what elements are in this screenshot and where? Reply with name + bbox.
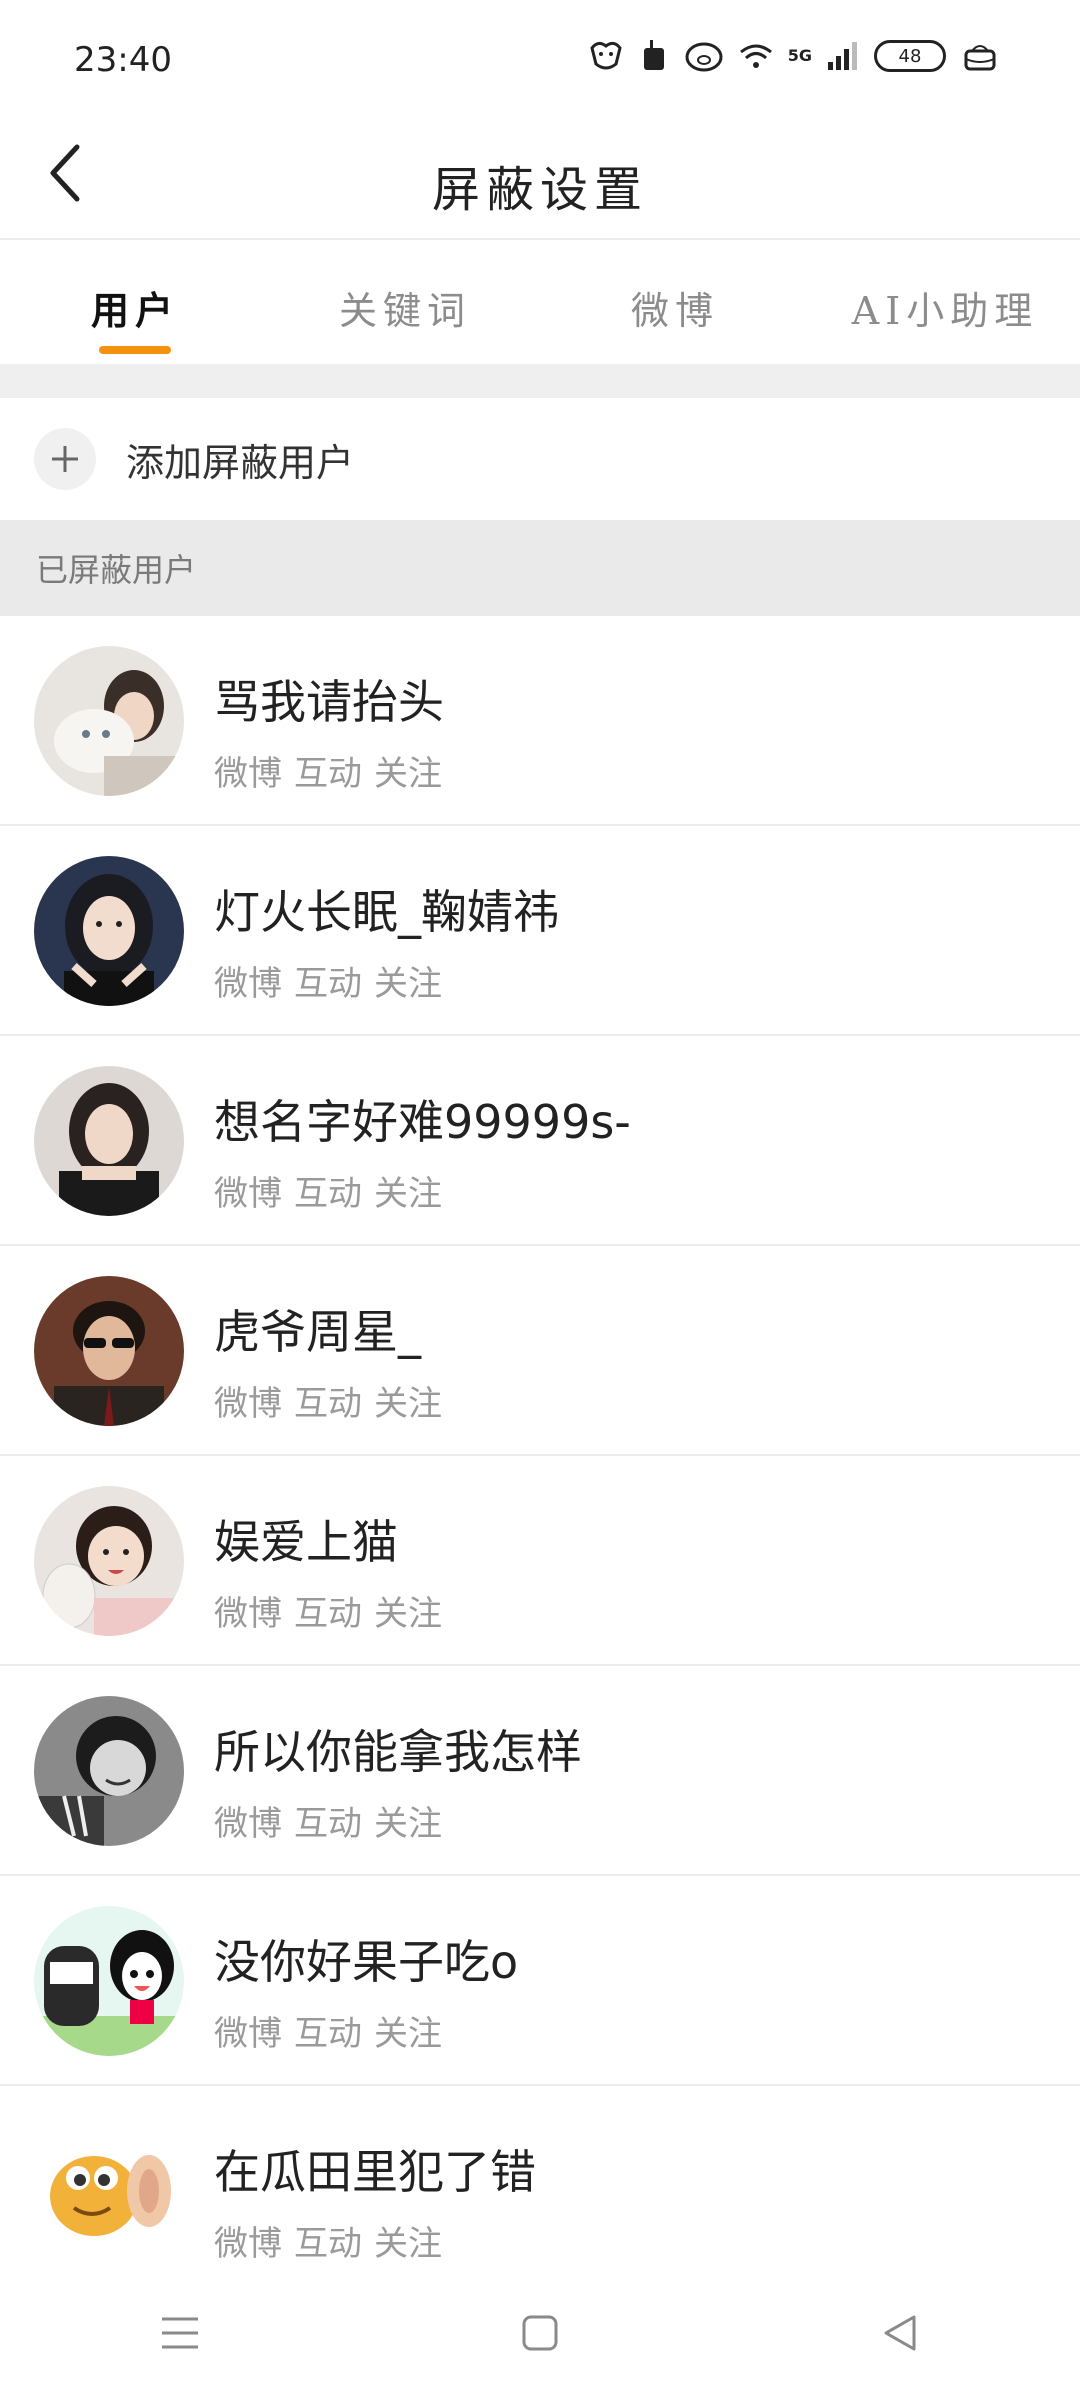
tag-interaction: 互动 — [294, 2224, 362, 2264]
user-name: 所以你能拿我怎样 — [214, 1725, 582, 1779]
user-name: 灯火长眠_鞠婧祎 — [214, 885, 559, 939]
tag-weibo: 微博 — [214, 2014, 282, 2054]
tag-follow: 关注 — [374, 2224, 442, 2264]
section-label: 已屏蔽用户 — [36, 551, 197, 589]
tag-follow: 关注 — [374, 754, 442, 794]
tag-interaction: 互动 — [294, 1594, 362, 1634]
add-blocked-user-label: 添加屏蔽用户 — [126, 440, 355, 485]
system-nav-bar — [0, 2270, 1080, 2400]
plus-icon — [34, 428, 96, 490]
avatar — [34, 1906, 184, 2056]
tab-users[interactable]: 用户 — [0, 240, 270, 364]
tag-interaction: 互动 — [294, 1384, 362, 1424]
avatar — [34, 1276, 184, 1426]
tag-weibo: 微博 — [214, 1174, 282, 1214]
blocked-users-section-header: 已屏蔽用户 — [0, 520, 1080, 616]
user-name: 娱爱上猫 — [214, 1515, 398, 1569]
user-tags: 微博 互动 关注 — [214, 1586, 442, 1635]
tab-ai-assistant[interactable]: AI小助理 — [810, 240, 1080, 364]
list-item[interactable]: 灯火长眠_鞠婧祎 微博 互动 关注 — [0, 826, 1080, 1036]
tag-interaction: 互动 — [294, 1174, 362, 1214]
menu-icon — [159, 2313, 201, 2357]
spacer — [0, 364, 1080, 398]
user-name: 骂我请抬头 — [214, 675, 444, 729]
tab-label: 用户 — [90, 288, 179, 333]
avatar — [34, 1066, 184, 1216]
home-square-icon — [520, 2313, 560, 2357]
status-bar: 23:40 5G 48 — [0, 0, 1080, 120]
user-tags: 微博 互动 关注 — [214, 2006, 442, 2055]
avatar — [34, 646, 184, 796]
avatar — [34, 2116, 184, 2266]
status-icons: 5G 48 — [586, 38, 1000, 74]
tag-follow: 关注 — [374, 1594, 442, 1634]
pig-icon — [684, 40, 724, 72]
avatar — [34, 856, 184, 1006]
signal-icon — [826, 40, 860, 72]
user-tags: 微博 互动 关注 — [214, 1166, 442, 1215]
list-item[interactable]: 想名字好难99999s- 微博 互动 关注 — [0, 1036, 1080, 1246]
tab-keywords[interactable]: 关键词 — [270, 240, 540, 364]
list-item[interactable]: 娱爱上猫 微博 互动 关注 — [0, 1456, 1080, 1666]
dog-icon — [586, 38, 626, 74]
tag-follow: 关注 — [374, 1174, 442, 1214]
tag-follow: 关注 — [374, 1384, 442, 1424]
user-name: 没你好果子吃o — [214, 1935, 519, 1989]
tag-interaction: 互动 — [294, 1804, 362, 1844]
tag-interaction: 互动 — [294, 964, 362, 1004]
menu-button[interactable] — [130, 2285, 230, 2385]
home-button[interactable] — [490, 2285, 590, 2385]
user-tags: 微博 互动 关注 — [214, 1796, 442, 1845]
tab-label: 关键词 — [338, 289, 471, 333]
user-tags: 微博 互动 关注 — [214, 956, 442, 1005]
tag-follow: 关注 — [374, 2014, 442, 2054]
list-item[interactable]: 虎爷周星_ 微博 互动 关注 — [0, 1246, 1080, 1456]
cup-icon — [640, 38, 670, 74]
tag-weibo: 微博 — [214, 2224, 282, 2264]
avatar — [34, 1486, 184, 1636]
user-tags: 微博 互动 关注 — [214, 746, 442, 795]
tab-label: 微博 — [630, 289, 719, 333]
user-name: 想名字好难99999s- — [214, 1095, 631, 1149]
battery-icon: 48 — [874, 40, 946, 72]
wifi-icon — [738, 40, 774, 72]
tab-label: AI小助理 — [851, 289, 1039, 333]
page-title: 屏蔽设置 — [431, 162, 648, 218]
tag-interaction: 互动 — [294, 754, 362, 794]
app-header: 屏蔽设置 — [0, 120, 1080, 240]
tab-bar: 用户 关键词 微博 AI小助理 — [0, 240, 1080, 364]
list-item[interactable]: 骂我请抬头 微博 互动 关注 — [0, 616, 1080, 826]
list-item[interactable]: 没你好果子吃o 微博 互动 关注 — [0, 1876, 1080, 2086]
blocked-user-list: 骂我请抬头 微博 互动 关注 灯火长眠_鞠婧祎 微博 互动 关注 想名字好难99… — [0, 616, 1080, 2296]
tag-weibo: 微博 — [214, 754, 282, 794]
tag-interaction: 互动 — [294, 2014, 362, 2054]
network-type: 5G — [787, 46, 812, 65]
tag-follow: 关注 — [374, 1804, 442, 1844]
cake-icon — [960, 39, 1000, 73]
user-tags: 微博 互动 关注 — [214, 1376, 442, 1425]
tag-weibo: 微博 — [214, 1384, 282, 1424]
user-tags: 微博 互动 关注 — [214, 2216, 442, 2265]
user-name: 在瓜田里犯了错 — [214, 2145, 536, 2199]
add-blocked-user-button[interactable]: 添加屏蔽用户 — [0, 398, 1080, 520]
tag-weibo: 微博 — [214, 1804, 282, 1844]
tab-active-indicator — [99, 346, 171, 354]
list-item[interactable]: 在瓜田里犯了错 微博 互动 关注 — [0, 2086, 1080, 2296]
status-time: 23:40 — [74, 40, 172, 80]
back-triangle-icon — [880, 2313, 920, 2357]
tab-weibo[interactable]: 微博 — [540, 240, 810, 364]
list-item[interactable]: 所以你能拿我怎样 微博 互动 关注 — [0, 1666, 1080, 1876]
tag-follow: 关注 — [374, 964, 442, 1004]
tag-weibo: 微博 — [214, 964, 282, 1004]
system-back-button[interactable] — [850, 2285, 950, 2385]
tag-weibo: 微博 — [214, 1594, 282, 1634]
avatar — [34, 1696, 184, 1846]
user-name: 虎爷周星_ — [214, 1305, 421, 1359]
